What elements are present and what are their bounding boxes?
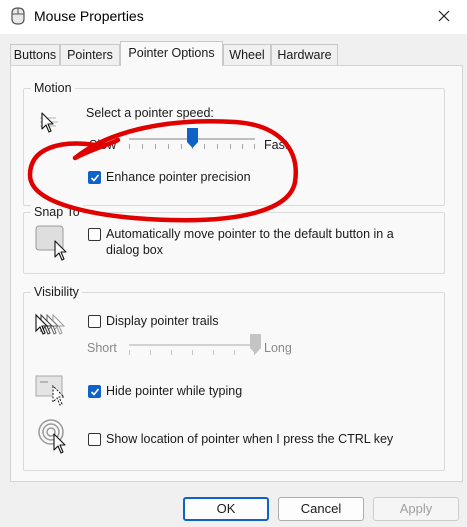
trail-length-slider[interactable]: [129, 334, 261, 356]
checkmark-icon: [90, 388, 100, 396]
pointer-trails-icon: [35, 312, 73, 343]
hide-while-typing-checkbox[interactable]: [88, 385, 101, 398]
close-icon: [438, 10, 450, 22]
pointer-speed-thumb[interactable]: [186, 128, 198, 148]
apply-button[interactable]: Apply: [373, 497, 459, 521]
hide-while-typing-icon: [35, 373, 71, 410]
hide-while-typing-label: Hide pointer while typing: [106, 384, 243, 398]
enhance-precision-checkbox[interactable]: [88, 171, 101, 184]
tab-buttons[interactable]: Buttons: [10, 44, 60, 65]
pointer-speed-slider[interactable]: [129, 128, 255, 150]
pointer-speed-icon: [36, 109, 64, 140]
fast-label: Fast: [264, 138, 289, 152]
show-location-icon: [37, 418, 73, 457]
tab-pointers[interactable]: Pointers: [60, 44, 120, 65]
visibility-group-label: Visibility: [31, 285, 82, 299]
enhance-precision-label: Enhance pointer precision: [106, 170, 251, 184]
snap-to-label-line1: Automatically move pointer to the defaul…: [106, 227, 394, 241]
snap-to-icon: [35, 225, 73, 266]
snap-to-checkbox[interactable]: [88, 228, 101, 241]
snap-to-group-label: Snap To: [31, 205, 83, 219]
trail-length-thumb[interactable]: [249, 334, 261, 354]
pointer-options-panel: Motion Select a pointer speed: Slow Fast…: [10, 65, 463, 482]
snap-to-label-line2: dialog box: [106, 243, 163, 257]
title-bar: Mouse Properties: [0, 0, 467, 34]
snap-to-group: Snap To: [23, 205, 445, 274]
tab-hardware[interactable]: Hardware: [271, 44, 338, 65]
show-location-label: Show location of pointer when I press th…: [106, 432, 394, 446]
window-title: Mouse Properties: [34, 8, 144, 24]
short-label: Short: [87, 341, 117, 355]
pointer-trails-label: Display pointer trails: [106, 314, 219, 328]
tab-pointer-options[interactable]: Pointer Options: [120, 41, 223, 66]
cancel-button[interactable]: Cancel: [278, 497, 364, 521]
tab-wheel[interactable]: Wheel: [223, 44, 271, 65]
show-location-checkbox[interactable]: [88, 433, 101, 446]
slow-label: Slow: [89, 138, 117, 152]
long-label: Long: [264, 341, 292, 355]
pointer-trails-checkbox[interactable]: [88, 315, 101, 328]
mouse-app-icon: [10, 7, 26, 28]
checkmark-icon: [90, 174, 100, 182]
ok-button[interactable]: OK: [183, 497, 269, 521]
close-button[interactable]: [427, 2, 461, 30]
motion-group-label: Motion: [31, 81, 75, 95]
pointer-speed-prompt: Select a pointer speed:: [86, 106, 214, 120]
